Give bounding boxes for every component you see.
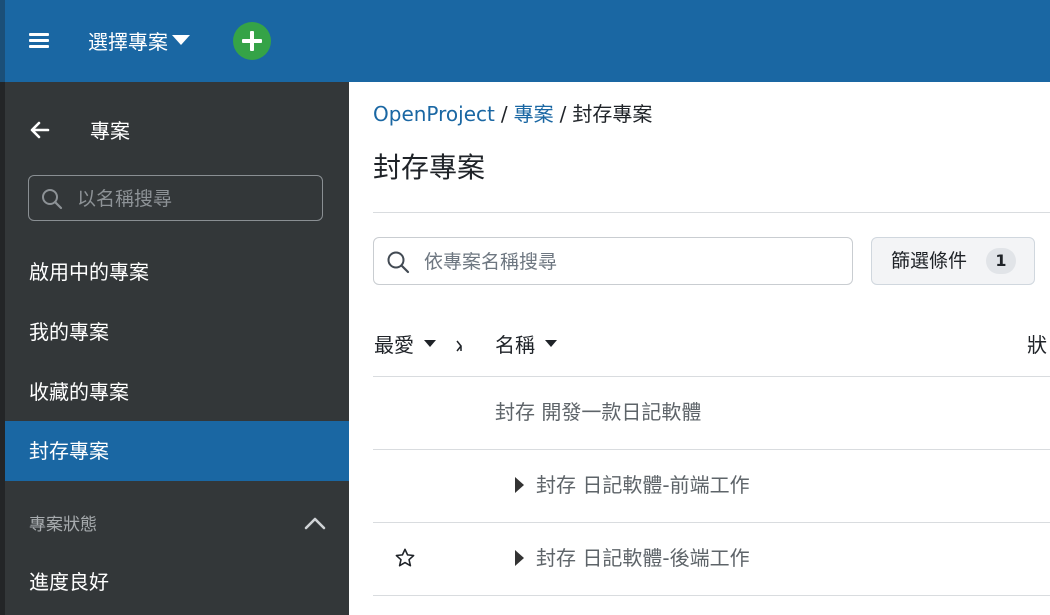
column-resize-handle[interactable] [456, 340, 462, 352]
project-search-input[interactable] [422, 247, 846, 277]
sidebar-search-input[interactable] [75, 184, 319, 214]
project-name: 封存 開發一款日記軟體 [495, 400, 702, 424]
breadcrumb-projects-link[interactable]: 專案 [514, 102, 554, 126]
caret-down-icon [545, 340, 557, 347]
top-header: 選擇專案 [0, 0, 1050, 82]
table-divider [373, 595, 1050, 596]
divider [373, 212, 1050, 213]
breadcrumb-home-link[interactable]: OpenProject [373, 102, 495, 126]
sidebar-title: 專案 [90, 119, 130, 143]
sidebar-item-my-projects[interactable]: 我的專案 [5, 302, 349, 362]
project-select-label: 選擇專案 [88, 30, 168, 54]
table-row[interactable]: 封存 日記軟體-前端工作 [373, 450, 1050, 522]
breadcrumb-current: 封存專案 [572, 102, 653, 126]
table-row[interactable]: 封存 開發一款日記軟體 [373, 377, 1050, 449]
star-icon[interactable] [394, 547, 416, 569]
search-icon [387, 251, 410, 274]
table-row[interactable]: 封存 日記軟體-後端工作 [373, 523, 1050, 595]
section-header-project-status: 專案狀態 [29, 515, 97, 535]
caret-down-icon [172, 34, 190, 45]
column-header-favorite-label: 最愛 [374, 333, 414, 357]
filter-button[interactable]: 篩選條件 1 [871, 237, 1035, 285]
project-name: 封存 日記軟體-前端工作 [536, 473, 750, 497]
chevron-up-icon[interactable] [303, 515, 327, 531]
search-icon [42, 189, 63, 210]
project-name: 封存 日記軟體-後端工作 [536, 546, 750, 570]
project-name-cell: 封存 日記軟體-前端工作 [515, 472, 750, 498]
add-button[interactable] [233, 22, 271, 60]
sidebar-item-favorite-projects[interactable]: 收藏的專案 [5, 362, 349, 422]
sidebar-search[interactable] [28, 175, 323, 221]
back-arrow-icon[interactable] [30, 120, 50, 140]
project-select-dropdown[interactable]: 選擇專案 [88, 29, 190, 55]
caret-down-icon [424, 340, 436, 347]
sidebar-item-archived-projects[interactable]: 封存專案 [5, 421, 349, 481]
sidebar-item-on-track[interactable]: 進度良好 [5, 552, 349, 612]
main-content: OpenProject/專案/封存專案 封存專案 篩選條件 1 最愛 名稱 狀 … [349, 82, 1050, 615]
column-header-favorite[interactable]: 最愛 [374, 332, 436, 358]
menu-icon[interactable] [29, 33, 49, 49]
column-header-name-label: 名稱 [495, 333, 535, 357]
window-edge [0, 0, 5, 82]
filter-label: 篩選條件 [891, 250, 968, 272]
sidebar: 專案 啟用中的專案 我的專案 收藏的專案 封存專案 專案狀態 進度良好 [0, 82, 349, 615]
column-header-status[interactable]: 狀 [1027, 332, 1047, 358]
expand-arrow-icon[interactable] [515, 476, 524, 493]
breadcrumb: OpenProject / 專案 / 封存專案 [373, 102, 653, 126]
sidebar-item-active-projects[interactable]: 啟用中的專案 [5, 242, 349, 302]
expand-arrow-icon[interactable] [515, 549, 524, 566]
page-title: 封存專案 [373, 151, 486, 184]
filter-count-badge: 1 [986, 248, 1016, 274]
column-header-name[interactable]: 名稱 [495, 332, 557, 358]
project-name-cell: 封存 日記軟體-後端工作 [515, 545, 750, 571]
project-search[interactable] [373, 237, 853, 285]
